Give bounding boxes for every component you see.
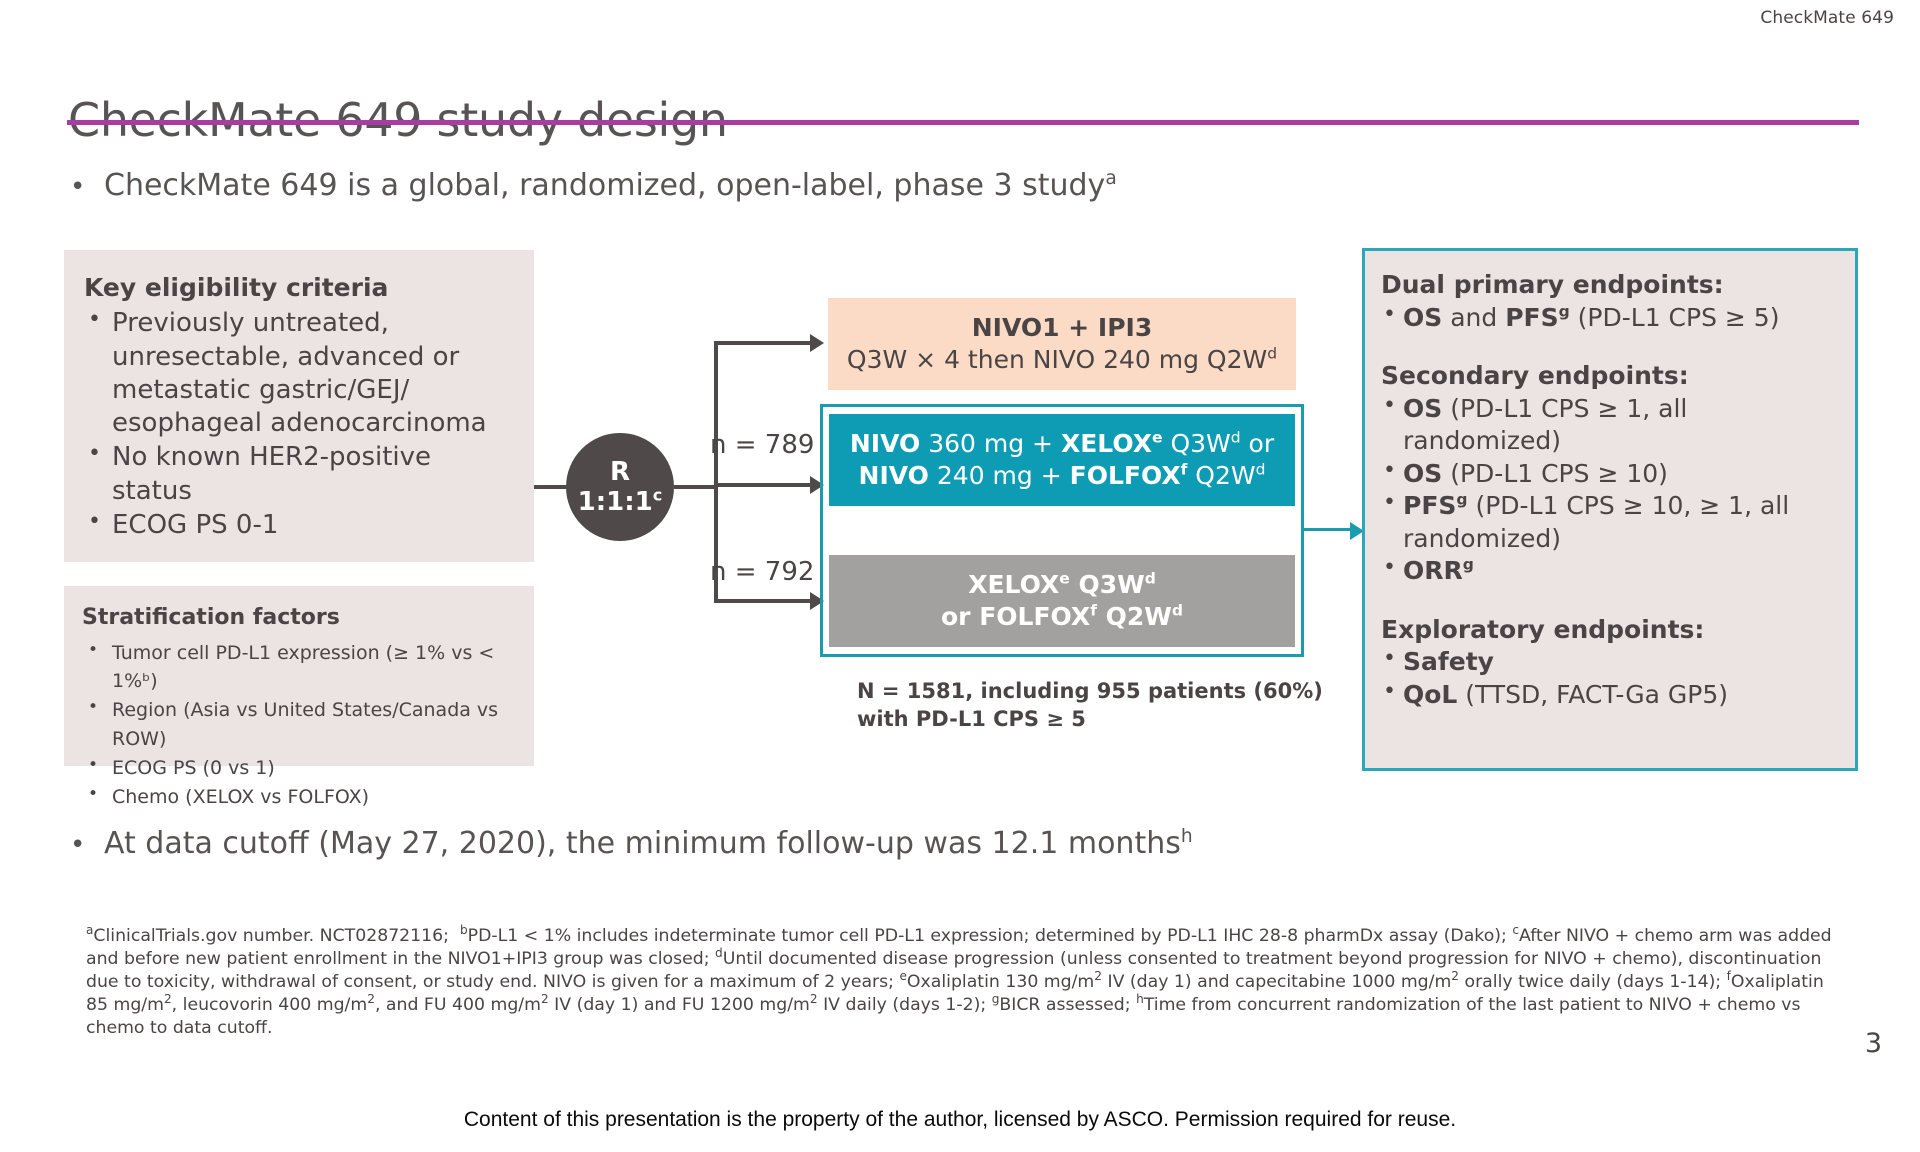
intro-bullet-text: CheckMate 649 is a global, randomized, o…: [104, 168, 1106, 203]
eligibility-list-item: Previously untreated, unresectable, adva…: [84, 306, 514, 440]
connector-branch-middle: [714, 483, 812, 487]
n-label-lower: n = 792: [710, 557, 815, 587]
treatment-arm-nivo-ipi: NIVO1 + IPI3 Q3W × 4 then NIVO 240 mg Q2…: [828, 298, 1296, 390]
stratification-list-item: Region (Asia vs United States/Canada vs …: [82, 695, 516, 754]
data-cutoff-bullet: • At data cutoff (May 27, 2020), the mini…: [70, 826, 1193, 861]
arrow-to-nivo-ipi-arm: [810, 334, 824, 352]
exploratory-endpoint-item: QoL (TTSD, FACT-Ga GP5): [1381, 678, 1839, 712]
page-number: 3: [1864, 1028, 1882, 1059]
copyright-notice: Content of this presentation is the prop…: [463, 1108, 1457, 1131]
exploratory-endpoints-list: SafetyQoL (TTSD, FACT-Ga GP5): [1381, 645, 1839, 712]
intro-bullet: • CheckMate 649 is a global, randomized, …: [70, 168, 1117, 203]
title-underline-rule: [67, 120, 1859, 125]
endpoints-box: Dual primary endpoints: OS and PFSg (PD-…: [1362, 248, 1858, 771]
stratification-list-item: ECOG PS (0 vs 1): [82, 753, 516, 783]
eligibility-criteria-box: Key eligibility criteria Previously untr…: [64, 250, 534, 562]
arm-chemo-line2: or FOLFOXf Q2Wd: [941, 601, 1183, 631]
connector-stub-from-circle: [674, 485, 718, 489]
connector-to-endpoints: [1304, 528, 1354, 531]
secondary-endpoints-heading: Secondary endpoints:: [1381, 361, 1689, 390]
eligibility-list-item: No known HER2-positive status: [84, 440, 514, 508]
arm-nivo-chemo-line2: NIVO 240 mg + FOLFOXf Q2Wd: [858, 460, 1266, 490]
arm-nivo-ipi-line1: NIVO1 + IPI3: [971, 312, 1153, 342]
total-enrollment-note: N = 1581, including 955 patients (60%) w…: [857, 678, 1323, 734]
eligibility-list: Previously untreated, unresectable, adva…: [84, 306, 514, 542]
bullet-marker-icon: •: [70, 172, 86, 202]
secondary-endpoints-list: OS (PD-L1 CPS ≥ 1, all randomized)OS (PD…: [1381, 392, 1839, 588]
eligibility-list-item: ECOG PS 0-1: [84, 508, 514, 542]
secondary-endpoint-item: OS (PD-L1 CPS ≥ 1, all randomized): [1381, 392, 1839, 458]
stratification-heading: Stratification factors: [82, 605, 340, 630]
primary-endpoints-list: OS and PFSg (PD-L1 CPS ≥ 5): [1381, 301, 1839, 335]
data-cutoff-bullet-text: At data cutoff (May 27, 2020), the minim…: [104, 826, 1181, 861]
data-cutoff-footnote-ref: h: [1180, 826, 1193, 847]
footnotes: aClinicalTrials.gov number. NCT02872116;…: [86, 923, 1832, 1038]
treatment-arm-chemo: XELOXe Q3Wd or FOLFOXf Q2Wd: [829, 555, 1295, 647]
bullet-marker-icon: •: [70, 830, 86, 860]
connector-line-into-randomization: [534, 485, 568, 489]
stratification-factors-box: Stratification factors Tumor cell PD-L1 …: [64, 586, 534, 808]
treatment-arm-nivo-chemo: NIVO 360 mg + XELOXe Q3Wd or NIVO 240 mg…: [829, 414, 1295, 506]
randomization-ratio-footnote-ref: c: [652, 485, 663, 505]
connector-branch-bottom: [714, 599, 812, 603]
secondary-endpoint-item: ORRg: [1381, 554, 1839, 588]
primary-endpoints-heading: Dual primary endpoints:: [1381, 270, 1724, 299]
randomization-letter: R: [609, 456, 631, 487]
exploratory-endpoints-heading: Exploratory endpoints:: [1381, 614, 1705, 644]
arm-nivo-chemo-line1: NIVO 360 mg + XELOXe Q3Wd or: [849, 428, 1275, 458]
arm-nivo-ipi-line2: Q3W × 4 then NIVO 240 mg Q2Wd: [846, 344, 1278, 374]
randomization-ratio: 1:1:1c: [577, 485, 663, 517]
total-enrollment-line2: with PD-L1 CPS ≥ 5: [857, 706, 1086, 731]
arm-chemo-line1: XELOXe Q3Wd: [968, 569, 1156, 599]
total-enrollment-line1: N = 1581, including 955 patients (60%): [857, 679, 1323, 703]
primary-endpoint-item: OS and PFSg (PD-L1 CPS ≥ 5): [1381, 301, 1839, 335]
eligibility-heading: Key eligibility criteria: [84, 273, 389, 302]
connector-branch-top: [714, 341, 812, 345]
slide-header-study-label: CheckMate 649: [1760, 8, 1894, 28]
arm-nivo-ipi-footnote-ref: d: [1267, 344, 1278, 363]
stratification-list-item: Tumor cell PD-L1 expression (≥ 1% vs < 1…: [82, 638, 516, 697]
randomization-circle: R 1:1:1c: [566, 433, 674, 541]
secondary-endpoint-item: OS (PD-L1 CPS ≥ 10): [1381, 457, 1839, 491]
n-label-upper: n = 789: [710, 430, 815, 460]
stratification-list: Tumor cell PD-L1 expression (≥ 1% vs < 1…: [82, 638, 516, 812]
stratification-list-item: Chemo (XELOX vs FOLFOX): [82, 782, 516, 812]
intro-bullet-footnote-ref: a: [1105, 168, 1117, 189]
secondary-endpoint-item: PFSg (PD-L1 CPS ≥ 10, ≥ 1, all randomize…: [1381, 489, 1839, 555]
exploratory-endpoint-item: Safety: [1381, 645, 1839, 679]
